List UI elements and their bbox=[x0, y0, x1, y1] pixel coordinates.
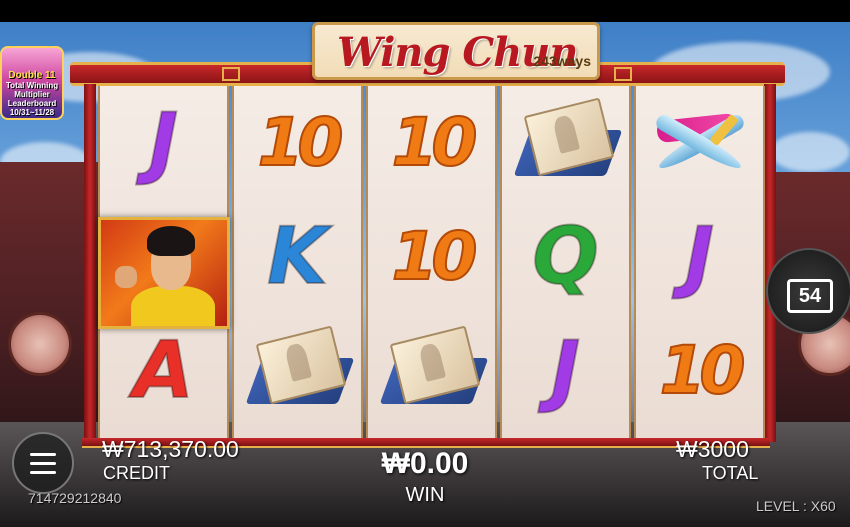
frame-post-left bbox=[84, 84, 96, 442]
top-letterbox bbox=[0, 0, 850, 22]
roof-ornament bbox=[222, 67, 240, 81]
reel-cell bbox=[234, 314, 361, 428]
symbol-ten: 10 bbox=[257, 104, 345, 181]
scroll-book-icon bbox=[513, 97, 622, 184]
reel-cell: K bbox=[234, 200, 361, 314]
reel-cell: 10 bbox=[368, 86, 495, 200]
roof-ornament bbox=[614, 67, 632, 81]
total-bet-label: TOTAL bbox=[702, 463, 759, 483]
level-indicator: LEVEL : X60 bbox=[756, 498, 836, 514]
reel-2: 10 K bbox=[232, 86, 363, 438]
hero-body bbox=[131, 286, 215, 326]
symbol-ten: 10 bbox=[391, 104, 479, 181]
reel-cell: 10 bbox=[234, 86, 361, 200]
symbol-ten: 10 bbox=[391, 218, 479, 295]
crossed-knives-icon bbox=[645, 95, 755, 191]
hero-hair bbox=[147, 226, 195, 256]
side-counter-value: 54 bbox=[798, 284, 822, 307]
reel-cell bbox=[368, 314, 495, 428]
hamburger-menu-icon[interactable] bbox=[12, 432, 74, 494]
menu-bar bbox=[30, 452, 56, 456]
promo-title: Double 11 bbox=[8, 70, 56, 81]
credit-label: CREDIT bbox=[103, 463, 170, 483]
scroll-book-icon bbox=[245, 325, 354, 412]
reel-cell: 10 bbox=[368, 200, 495, 314]
side-counter-button[interactable]: 54 bbox=[766, 248, 850, 334]
symbol-a: A bbox=[132, 326, 194, 416]
win-label: WIN bbox=[405, 484, 445, 506]
symbol-k: K bbox=[266, 212, 328, 302]
symbol-j: J bbox=[148, 98, 179, 188]
symbol-q: Q bbox=[531, 212, 599, 302]
win-value: ₩0.00 bbox=[381, 447, 469, 480]
wild-hero-symbol bbox=[98, 217, 230, 329]
cloud bbox=[770, 132, 850, 172]
reel-cell: J bbox=[636, 200, 763, 314]
drum-left bbox=[8, 312, 72, 376]
reel-cell: Q bbox=[502, 200, 629, 314]
promo-line: Multiplier Leaderboard bbox=[7, 90, 57, 108]
menu-bar bbox=[30, 461, 56, 465]
title-board: Wing Chun 243ways bbox=[312, 22, 600, 80]
promo-leaderboard-banner[interactable]: Double 11 Total Winning Multiplier Leade… bbox=[0, 46, 64, 120]
credit-value: ₩713,370.00 bbox=[102, 436, 239, 462]
reel-5: J 10 bbox=[634, 86, 765, 438]
reel-cell: J bbox=[100, 86, 227, 200]
reel-cell bbox=[502, 86, 629, 200]
reel-cell: 10 bbox=[636, 314, 763, 428]
reel-3: 10 10 bbox=[366, 86, 497, 438]
ways-label: 243ways bbox=[533, 53, 591, 69]
square-counter-icon: 54 bbox=[787, 279, 833, 313]
reel-cell bbox=[636, 86, 763, 200]
symbol-ten: 10 bbox=[659, 332, 747, 409]
promo-line: Total Winning bbox=[5, 81, 59, 90]
reel-cell: J bbox=[502, 314, 629, 428]
reel-4: Q J bbox=[500, 86, 631, 438]
hero-fist bbox=[115, 266, 137, 288]
scroll-book-icon bbox=[379, 325, 488, 412]
session-id: 714729212840 bbox=[28, 490, 122, 506]
symbol-j: J bbox=[684, 212, 715, 302]
promo-dates: 10/31~11/28 bbox=[9, 108, 55, 117]
reel-cell: A bbox=[100, 314, 227, 428]
symbol-j: J bbox=[550, 326, 581, 416]
game-scene: Wing Chun 243ways J A 10 K 10 10 Q J J 1… bbox=[0, 22, 850, 527]
frame-post-right bbox=[764, 84, 776, 442]
total-bet-value: ₩3000 bbox=[676, 436, 749, 462]
menu-bar bbox=[30, 470, 56, 474]
